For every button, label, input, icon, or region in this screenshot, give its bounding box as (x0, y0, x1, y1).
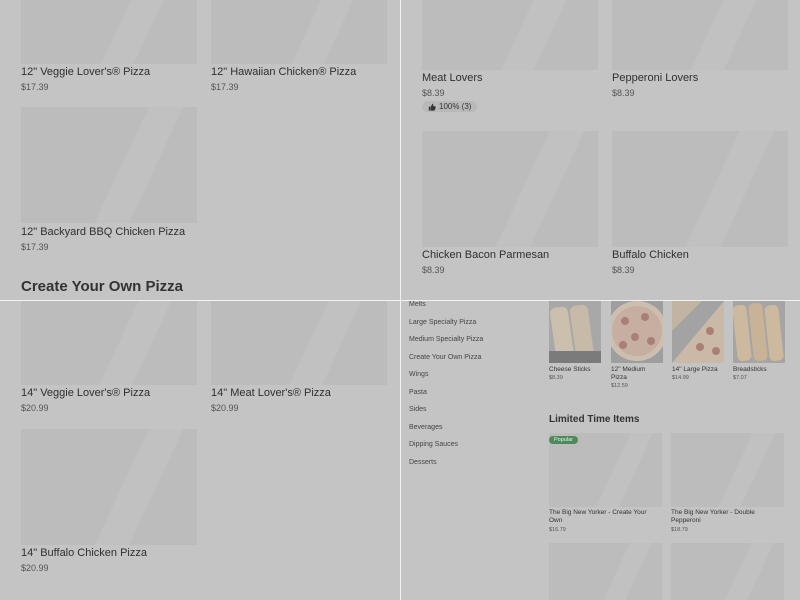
item-image[interactable] (21, 107, 197, 223)
nav-item-beverages[interactable]: Beverages (409, 424, 442, 431)
featured-price: $14.99 (672, 375, 689, 381)
item-name[interactable]: Buffalo Chicken (612, 249, 689, 261)
item-name[interactable]: 12" Backyard BBQ Chicken Pizza (21, 226, 185, 238)
item-price: $17.39 (21, 82, 49, 92)
nav-item-sides[interactable]: Sides (409, 406, 427, 413)
item-image[interactable] (549, 543, 662, 600)
large-pizza-image[interactable] (672, 301, 724, 363)
item-image[interactable] (671, 543, 784, 600)
limited-item-price: $16.79 (549, 527, 566, 533)
item-price: $20.99 (211, 403, 239, 413)
item-image[interactable] (612, 131, 788, 247)
item-image[interactable] (422, 0, 598, 70)
popular-badge: Popular (549, 436, 578, 444)
item-image[interactable] (422, 131, 598, 247)
featured-price: $7.07 (733, 375, 747, 381)
item-price: $20.99 (21, 563, 49, 573)
menu-panel-top-right: Meat Lovers $8.39 100% (3) Pepperoni Lov… (401, 0, 800, 300)
thumbs-up-icon (428, 103, 436, 111)
limited-item-name[interactable]: The Big New Yorker - Double Pepperoni (671, 509, 781, 525)
quadrant-divider-horizontal (0, 300, 800, 301)
item-image[interactable] (612, 0, 788, 70)
menu-panel-bottom-left: 14" Veggie Lover's® Pizza $20.99 14" Mea… (0, 301, 400, 600)
item-name[interactable]: Chicken Bacon Parmesan (422, 249, 549, 261)
item-price: $17.39 (21, 242, 49, 252)
nav-item-create-your-own[interactable]: Create Your Own Pizza (409, 354, 481, 361)
item-image[interactable] (211, 0, 387, 64)
item-price: $20.99 (21, 403, 49, 413)
item-name[interactable]: 14" Veggie Lover's® Pizza (21, 387, 150, 399)
rating-badge: 100% (3) (422, 101, 478, 112)
item-image[interactable] (671, 433, 784, 507)
item-name[interactable]: 12" Veggie Lover's® Pizza (21, 66, 150, 78)
item-name[interactable]: Pepperoni Lovers (612, 72, 698, 84)
nav-item-dipping-sauces[interactable]: Dipping Sauces (409, 441, 458, 448)
limited-item-name[interactable]: The Big New Yorker - Create Your Own (549, 509, 659, 525)
menu-panel-top-left: 12" Veggie Lover's® Pizza $17.39 12" Haw… (0, 0, 400, 300)
rating-text: 100% (3) (439, 102, 472, 111)
item-image[interactable] (549, 433, 662, 507)
item-name[interactable]: Meat Lovers (422, 72, 483, 84)
item-image[interactable] (211, 301, 387, 385)
limited-time-title: Limited Time Items (549, 414, 640, 425)
featured-name[interactable]: Cheese Sticks (549, 366, 605, 374)
item-price: $8.39 (422, 265, 445, 275)
nav-item-large-specialty[interactable]: Large Specialty Pizza (409, 319, 476, 326)
item-name[interactable]: 12" Hawaiian Chicken® Pizza (211, 66, 356, 78)
nav-item-pasta[interactable]: Pasta (409, 389, 427, 396)
menu-panel-bottom-right: Melts Large Specialty Pizza Medium Speci… (401, 301, 800, 600)
nav-item-desserts[interactable]: Desserts (409, 459, 437, 466)
item-image[interactable] (21, 301, 197, 385)
item-name[interactable]: 14" Buffalo Chicken Pizza (21, 547, 147, 559)
item-price: $17.39 (211, 82, 239, 92)
item-price: $8.39 (612, 265, 635, 275)
item-image[interactable] (21, 429, 197, 545)
nav-item-medium-specialty[interactable]: Medium Specialty Pizza (409, 336, 483, 343)
section-title: Create Your Own Pizza (21, 278, 183, 295)
item-name[interactable]: 14" Meat Lover's® Pizza (211, 387, 331, 399)
nav-item-melts[interactable]: Melts (409, 301, 426, 308)
featured-price: $12.59 (611, 383, 628, 389)
limited-item-price: $18.79 (671, 527, 688, 533)
item-image[interactable] (21, 0, 197, 64)
featured-price: $8.39 (549, 375, 563, 381)
featured-name[interactable]: 14" Large Pizza (672, 366, 728, 374)
featured-name[interactable]: 12" Medium Pizza (611, 366, 659, 382)
nav-item-wings[interactable]: Wings (409, 371, 428, 378)
item-price: $8.39 (612, 88, 635, 98)
medium-pizza-image[interactable] (611, 301, 663, 363)
featured-name[interactable]: Breadsticks (733, 366, 789, 374)
cheese-sticks-image[interactable] (549, 301, 601, 363)
item-price: $8.39 (422, 88, 445, 98)
breadsticks-image[interactable] (733, 301, 785, 363)
